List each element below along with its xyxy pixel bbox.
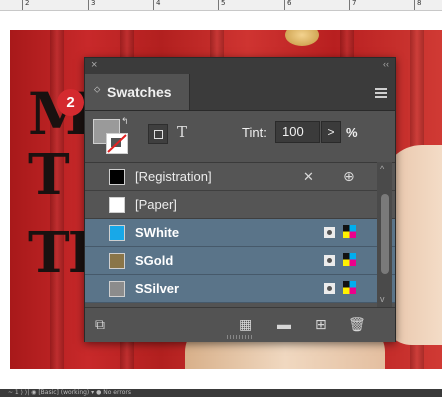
swatch-name: [Paper]: [135, 197, 177, 212]
registration-icon: ⊕: [343, 168, 355, 184]
panel-tab-row: ⬦ Swatches: [85, 74, 395, 111]
swatch-name: SWhite: [135, 225, 180, 240]
delete-swatch-icon[interactable]: 🗑: [348, 316, 366, 333]
new-color-group-icon[interactable]: ▬: [277, 316, 291, 332]
swatch-name: SGold: [135, 253, 174, 268]
formatting-container-button[interactable]: [148, 124, 168, 144]
ruler-number: 8: [417, 0, 422, 7]
ruler-tick: [88, 0, 89, 10]
swatch-chip: [109, 281, 125, 297]
tab-swatches[interactable]: ⬦ Swatches: [85, 74, 190, 110]
gold-tassel: [285, 30, 319, 46]
ruler-tick: [414, 0, 415, 10]
ruler-number: 5: [221, 0, 226, 7]
swatch-list: [Registration] ✕ ⊕ [Paper] SWhite SGold …: [85, 162, 395, 308]
swatch-row-swhite[interactable]: SWhite: [85, 219, 395, 247]
swatch-chip: [109, 197, 125, 213]
panel-footer: ⧉ ▦ ▬ ⊞ 🗑: [85, 307, 395, 342]
tint-label: Tint:: [242, 125, 267, 140]
swatch-row-sgold[interactable]: SGold: [85, 247, 395, 275]
none-slash-icon: [107, 134, 127, 153]
step-badge: 2: [57, 89, 84, 116]
ruler-tick: [218, 0, 219, 10]
tab-label: Swatches: [107, 84, 172, 100]
ruler-tick: [153, 0, 154, 10]
formatting-text-button[interactable]: T: [177, 123, 187, 141]
container-icon: [154, 130, 163, 139]
process-color-icon: [324, 255, 335, 266]
ruler-number: 4: [156, 0, 161, 7]
process-color-icon: [324, 283, 335, 294]
ruler-tick: [284, 0, 285, 10]
collapse-icon[interactable]: ‹‹: [383, 59, 389, 69]
swatch-views-icon[interactable]: ▦: [239, 316, 252, 333]
scroll-thumb[interactable]: [381, 194, 389, 274]
ruler-number: 6: [287, 0, 292, 7]
cmyk-mode-icon: [343, 225, 356, 238]
process-color-icon: [324, 227, 335, 238]
swatch-row-ssilver[interactable]: SSilver: [85, 275, 395, 303]
status-bar: ~ 1 ⟩ ⟩| ◉ [Basic] (working) ▾ ● No erro…: [0, 389, 442, 397]
scroll-up-icon[interactable]: ^: [380, 164, 384, 174]
swatch-row-paper[interactable]: [Paper]: [85, 191, 395, 219]
ruler-number: 3: [91, 0, 96, 7]
expand-arrows-icon[interactable]: ⬦: [94, 84, 100, 95]
ruler-tick: [349, 0, 350, 10]
resize-grip[interactable]: [227, 335, 253, 339]
swatch-list-scrollbar[interactable]: ^ v: [377, 162, 392, 307]
panel-menu-icon[interactable]: [375, 88, 387, 100]
fill-stroke-controls: ↰ T Tint: 100 > %: [85, 111, 395, 159]
tint-slider-button[interactable]: >: [321, 121, 341, 143]
non-editable-icon: ✕: [303, 169, 314, 184]
new-swatch-icon[interactable]: ⊞: [315, 316, 327, 333]
stroke-swatch[interactable]: [106, 133, 128, 154]
show-options-icon[interactable]: ⧉: [95, 316, 105, 333]
cmyk-mode-icon: [343, 281, 356, 294]
swap-fill-stroke-icon[interactable]: ↰: [121, 116, 129, 127]
ruler-tick: [22, 0, 23, 10]
artwork-letters: T: [28, 142, 70, 208]
panel-titlebar[interactable]: × ‹‹: [85, 58, 395, 75]
ruler-number: 2: [25, 0, 30, 7]
tint-percent: %: [346, 125, 358, 140]
ruler-number: 7: [352, 0, 357, 7]
close-icon[interactable]: ×: [91, 59, 97, 71]
swatch-chip: [109, 253, 125, 269]
swatch-name: [Registration]: [135, 169, 212, 184]
swatch-row-registration[interactable]: [Registration] ✕ ⊕: [85, 163, 395, 191]
cmyk-mode-icon: [343, 253, 356, 266]
horizontal-ruler[interactable]: 2 3 4 5 6 7 8: [0, 0, 442, 11]
artwork-letters: M: [28, 80, 92, 148]
swatch-chip: [109, 169, 125, 185]
swatches-panel: × ‹‹ ⬦ Swatches ↰ T Tint: 100 > % [Regis…: [84, 57, 396, 342]
swatch-chip: [109, 225, 125, 241]
swatch-name: SSilver: [135, 281, 180, 296]
tint-input[interactable]: 100: [275, 121, 320, 143]
scroll-down-icon[interactable]: v: [380, 294, 385, 304]
